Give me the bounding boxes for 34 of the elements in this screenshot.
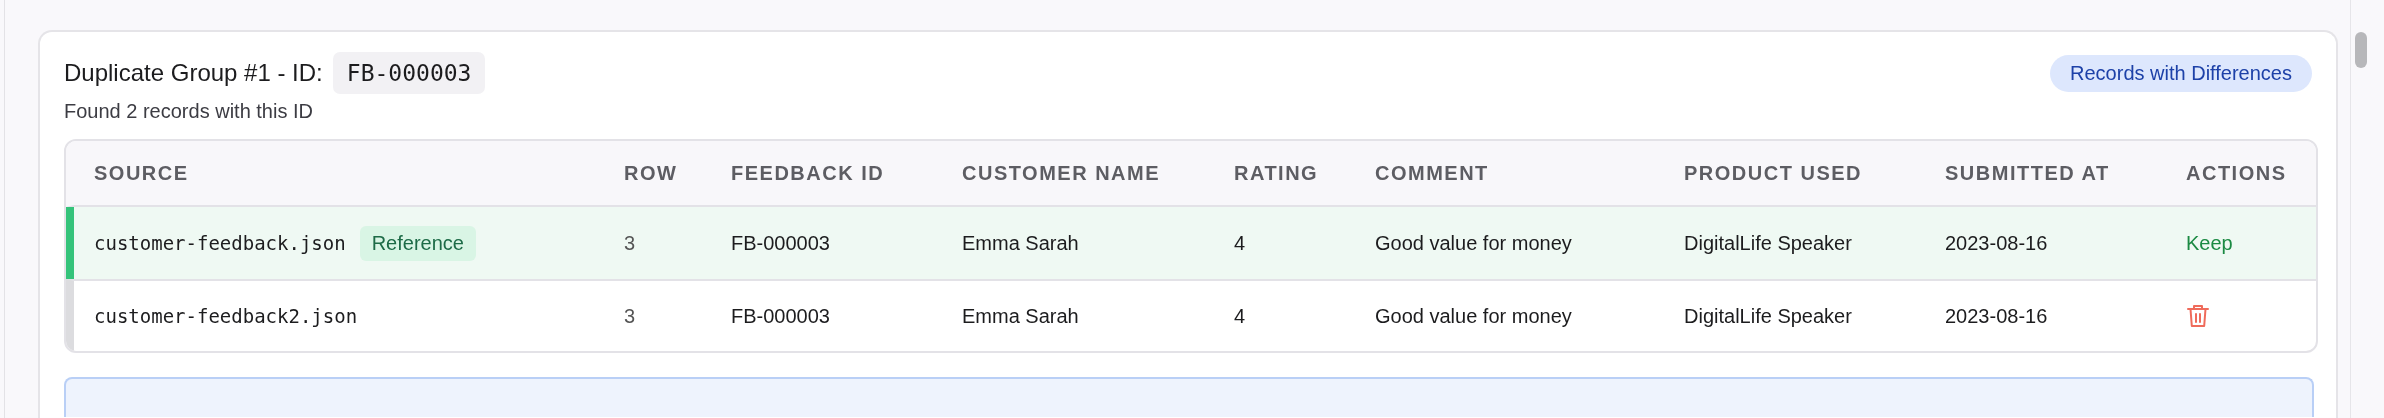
trash-icon [2186,303,2210,329]
group-id-code: FB-000003 [332,52,486,94]
table-cell: 2023-08-16 [1945,304,2048,328]
column-header: RATING [1233,161,1320,185]
status-badge: Records with Differences [2050,54,2312,92]
table-cell: DigitalLife Speaker [1684,304,1852,328]
table-cell: 4 [1234,231,1246,255]
table-cell: Emma Sarah [962,231,1079,255]
table-cell: Emma Sarah [962,304,1079,328]
table-cell: Good value for money [1375,231,1572,255]
table-cell: 3 [624,231,636,255]
table-cell: 4 [1234,304,1246,328]
column-header: COMMENT [1374,161,1490,185]
column-header: ACTIONS [2185,161,2288,185]
records-summary: Found 2 records with this ID [64,100,314,123]
column-header: FEEDBACK ID [730,161,886,185]
source-file-name: customer-feedback.json [94,232,346,254]
table-cell: DigitalLife Speaker [1684,231,1852,255]
column-header: SOURCE [93,161,190,185]
reference-badge: Reference [359,225,476,261]
column-header: ROW [623,161,679,185]
scrollbar-thumb[interactable] [2355,32,2367,68]
group-title: Duplicate Group #1 - ID: [64,59,323,87]
keep-label: Keep [2186,231,2233,255]
table-cell: Good value for money [1375,304,1572,328]
table-cell: FB-000003 [731,304,830,328]
delete-button[interactable] [2186,303,2210,329]
column-header: CUSTOMER NAME [961,161,1162,185]
table-cell: 3 [624,304,636,328]
column-header: PRODUCT USED [1683,161,1863,185]
table-cell: FB-000003 [731,231,830,255]
column-header: SUBMITTED AT [1944,161,2111,185]
table-cell: 2023-08-16 [1945,231,2048,255]
source-file-name: customer-feedback2.json [94,305,358,327]
